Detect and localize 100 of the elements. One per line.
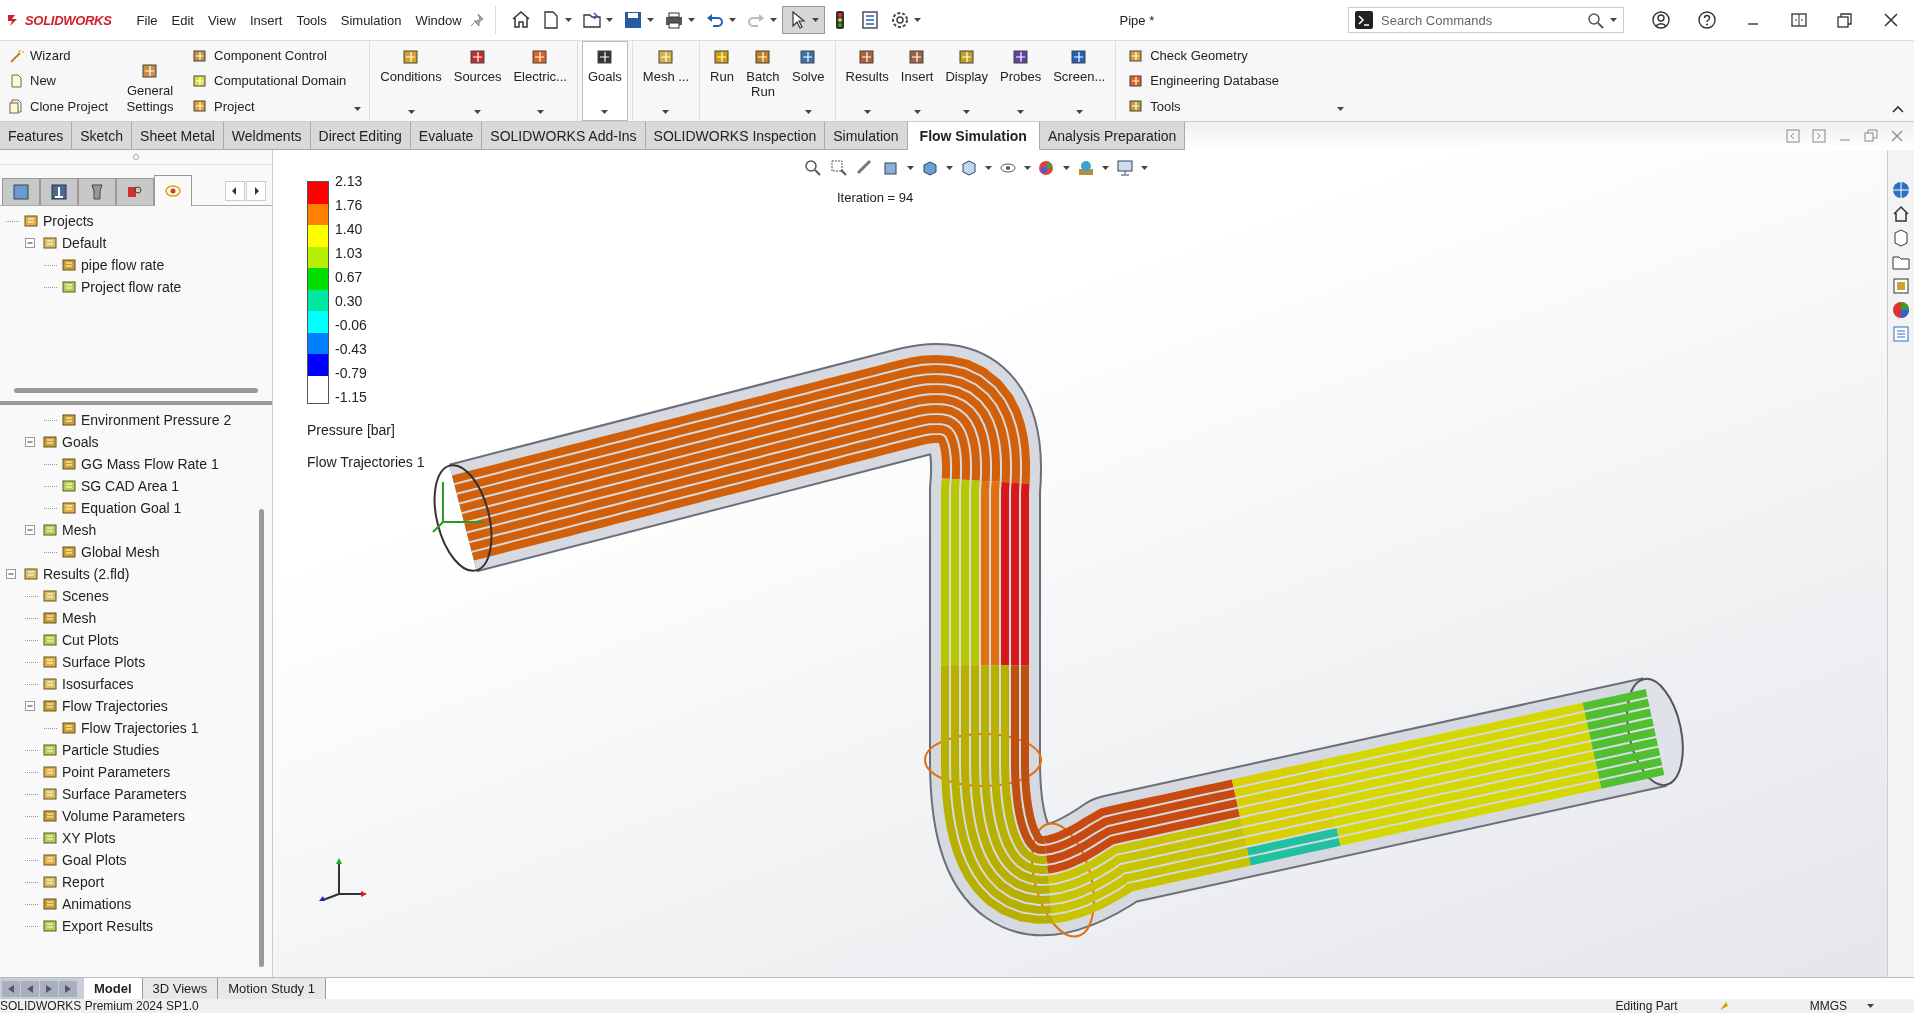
command-tab[interactable]: Flow Simulation <box>907 122 1040 150</box>
tree-item[interactable]: Default <box>62 235 107 251</box>
scroll-left-icon[interactable] <box>225 181 245 201</box>
ribbon-command[interactable]: Clone Project <box>6 97 111 116</box>
zoom-fit-icon[interactable] <box>803 158 823 178</box>
tree-item[interactable]: GG Mass Flow Rate 1 <box>81 456 219 472</box>
tree-item[interactable]: Equation Goal 1 <box>81 500 182 516</box>
user-icon[interactable] <box>1651 10 1671 30</box>
ribbon-button[interactable]: Probes <box>994 41 1048 121</box>
tree-item[interactable]: Surface Parameters <box>62 786 187 802</box>
caret-icon[interactable] <box>1141 166 1148 170</box>
command-tab[interactable]: Direct Editing <box>310 122 411 150</box>
caret-icon[interactable] <box>687 18 695 22</box>
tree-item[interactable]: Animations <box>62 896 132 912</box>
scene-icon[interactable] <box>1076 158 1096 178</box>
command-tab[interactable]: Features <box>0 122 73 150</box>
grip-icon[interactable] <box>132 153 140 161</box>
tree-item[interactable]: Goals <box>62 434 99 450</box>
ribbon-button[interactable]: Run <box>704 41 740 121</box>
tree-item[interactable]: Mesh <box>62 522 97 538</box>
model-tab[interactable]: 3D Views <box>142 978 219 999</box>
command-tab[interactable]: Evaluate <box>410 122 483 150</box>
tree-item[interactable]: XY Plots <box>62 830 116 846</box>
ribbon-button[interactable]: Screen... <box>1047 41 1112 121</box>
command-tab[interactable]: Sheet Metal <box>132 122 224 150</box>
tree-item[interactable]: Isosurfaces <box>62 676 134 692</box>
caret-icon[interactable] <box>963 110 971 114</box>
tree-item[interactable]: Report <box>62 874 105 890</box>
caret-icon[interactable] <box>1610 18 1617 22</box>
open-folder-icon[interactable] <box>581 10 602 30</box>
ribbon-command[interactable]: Project <box>190 97 349 116</box>
ribbon-button[interactable]: Conditions <box>374 41 448 121</box>
tree-item[interactable]: Goal Plots <box>62 852 127 868</box>
ribbon-button[interactable]: Mesh ... <box>636 41 696 121</box>
caret-icon[interactable] <box>407 110 415 114</box>
tree-item[interactable]: Project flow rate <box>81 279 182 295</box>
previous-icon[interactable] <box>21 980 39 997</box>
caret-icon[interactable] <box>1063 166 1070 170</box>
menu-item[interactable]: Edit <box>164 9 201 31</box>
caret-icon[interactable] <box>605 18 613 22</box>
menu-item[interactable]: Simulation <box>333 9 409 31</box>
tree-item[interactable]: Scenes <box>62 588 109 604</box>
caret-icon[interactable] <box>564 18 572 22</box>
tree-item[interactable]: Results (2.fld) <box>43 566 130 582</box>
caret-icon[interactable] <box>946 166 953 170</box>
search-field[interactable]: Search Commands <box>1348 7 1624 33</box>
toggle-icon[interactable] <box>25 437 35 447</box>
list-icon[interactable] <box>859 10 880 30</box>
ribbon-command[interactable]: New <box>6 72 111 90</box>
tree-item[interactable]: Flow Trajectories <box>62 698 168 714</box>
caret-icon[interactable] <box>1102 166 1109 170</box>
menu-item[interactable]: File <box>129 9 165 31</box>
ribbon-button[interactable]: Goals <box>581 41 628 121</box>
help-icon[interactable] <box>1697 10 1717 30</box>
caret-icon[interactable] <box>662 110 670 114</box>
caret-icon[interactable] <box>985 166 992 170</box>
tree-item[interactable]: SG CAD Area 1 <box>81 478 180 494</box>
menu-item[interactable]: Tools <box>289 9 334 31</box>
caret-icon[interactable] <box>354 107 362 111</box>
print-icon[interactable] <box>663 10 684 30</box>
command-tab[interactable]: SOLIDWORKS Add-Ins <box>482 122 646 150</box>
tree-item[interactable]: Projects <box>43 213 94 229</box>
panel-tab[interactable] <box>40 178 78 205</box>
command-tab[interactable]: Analysis Preparation <box>1039 122 1186 150</box>
caret-icon[interactable] <box>536 110 544 114</box>
collapse-icon[interactable] <box>1892 105 1904 113</box>
caret-icon[interactable] <box>1867 1004 1874 1008</box>
ribbon-command[interactable]: Component Control <box>190 46 349 65</box>
caret-icon[interactable] <box>804 110 812 114</box>
appearance-icon[interactable] <box>1891 300 1911 320</box>
tree-item[interactable]: Flow Trajectories 1 <box>81 720 199 736</box>
settings-icon[interactable] <box>889 10 910 30</box>
ribbon-command[interactable]: Check Geometry <box>1126 46 1281 65</box>
next-icon[interactable] <box>40 980 58 997</box>
globe-icon[interactable] <box>1891 180 1911 200</box>
caret-icon[interactable] <box>769 18 777 22</box>
last-icon[interactable] <box>59 980 77 997</box>
dock-right-icon[interactable] <box>1812 129 1826 143</box>
ribbon-button[interactable]: Display <box>939 41 994 121</box>
caret-icon[interactable] <box>913 18 921 22</box>
ribbon-button[interactable]: Electric... <box>507 41 573 121</box>
caret-icon[interactable] <box>913 110 921 114</box>
caret-icon[interactable] <box>1336 107 1344 111</box>
tree-item[interactable]: Surface Plots <box>62 654 146 670</box>
tree-item[interactable]: Point Parameters <box>62 764 171 780</box>
ribbon-command[interactable]: Wizard <box>6 46 111 65</box>
tree-item[interactable]: pipe flow rate <box>81 257 165 273</box>
caret-icon[interactable] <box>1024 166 1031 170</box>
caret-icon[interactable] <box>646 18 654 22</box>
toggle-icon[interactable] <box>25 701 35 711</box>
home-icon[interactable] <box>510 10 531 30</box>
caret-icon[interactable] <box>863 110 871 114</box>
tree-item[interactable]: Global Mesh <box>81 544 160 560</box>
tree-item[interactable]: Cut Plots <box>62 632 119 648</box>
command-tab[interactable]: Sketch <box>72 122 133 150</box>
ribbon-command[interactable]: Computational Domain <box>190 72 349 90</box>
ribbon-command[interactable]: Tools <box>1126 97 1281 116</box>
ribbon-button[interactable]: Solve <box>785 41 831 121</box>
ribbon-button[interactable]: Batch Run <box>739 41 786 121</box>
tree-item[interactable]: Volume Parameters <box>62 808 185 824</box>
